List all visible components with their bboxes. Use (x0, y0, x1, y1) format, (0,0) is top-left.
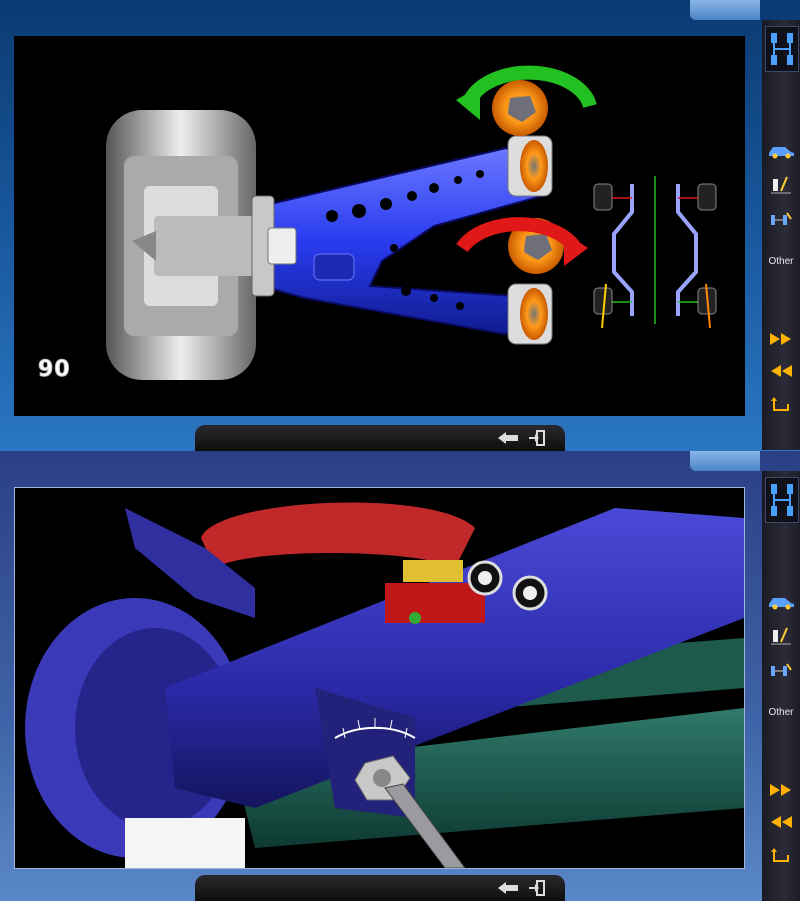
animation-panel-top: 90 Other (0, 0, 800, 451)
lower-bushing (507, 283, 553, 345)
rewind-icon[interactable] (766, 811, 796, 833)
exit-icon[interactable] (527, 880, 547, 896)
car-icon[interactable] (766, 140, 796, 162)
return-icon[interactable] (766, 394, 796, 416)
angle-label: 90 (38, 357, 71, 383)
panel-tab (690, 0, 760, 20)
toe-adjust-icon[interactable] (766, 208, 796, 230)
animation-panel-bottom: Other (0, 451, 800, 901)
suspension-diagram-viewport: 90 (14, 36, 745, 416)
fast-forward-icon[interactable] (766, 328, 796, 350)
return-icon[interactable] (766, 845, 796, 867)
coil-spring (201, 502, 475, 568)
suspension-3d-viewport (14, 487, 745, 869)
camber-adjust-icon[interactable] (766, 625, 796, 647)
panel-tab (690, 451, 760, 471)
back-icon[interactable] (497, 430, 521, 446)
control-arm-diagram (106, 65, 717, 380)
sidebar: Other (762, 20, 800, 450)
playback-bar (195, 425, 565, 451)
vehicle-top-view-diagram (593, 176, 717, 329)
other-menu-item[interactable]: Other (762, 256, 800, 267)
upper-bushing (507, 135, 553, 197)
camber-adjust-icon[interactable] (766, 174, 796, 196)
fast-forward-icon[interactable] (766, 779, 796, 801)
wheel-alignment-icon[interactable] (765, 26, 799, 72)
toe-adjust-icon[interactable] (766, 659, 796, 681)
wheel-hub (106, 110, 256, 380)
exit-icon[interactable] (527, 430, 547, 446)
rewind-icon[interactable] (766, 360, 796, 382)
wheel-alignment-icon[interactable] (765, 477, 799, 523)
lower-control-arm (251, 146, 548, 336)
back-icon[interactable] (497, 880, 521, 896)
eccentric-cam-upper (492, 80, 548, 136)
sidebar: Other (762, 471, 800, 901)
car-icon[interactable] (766, 591, 796, 613)
playback-bar (195, 875, 565, 901)
rear-suspension-3d-scene (25, 502, 744, 868)
other-menu-item[interactable]: Other (762, 707, 800, 718)
